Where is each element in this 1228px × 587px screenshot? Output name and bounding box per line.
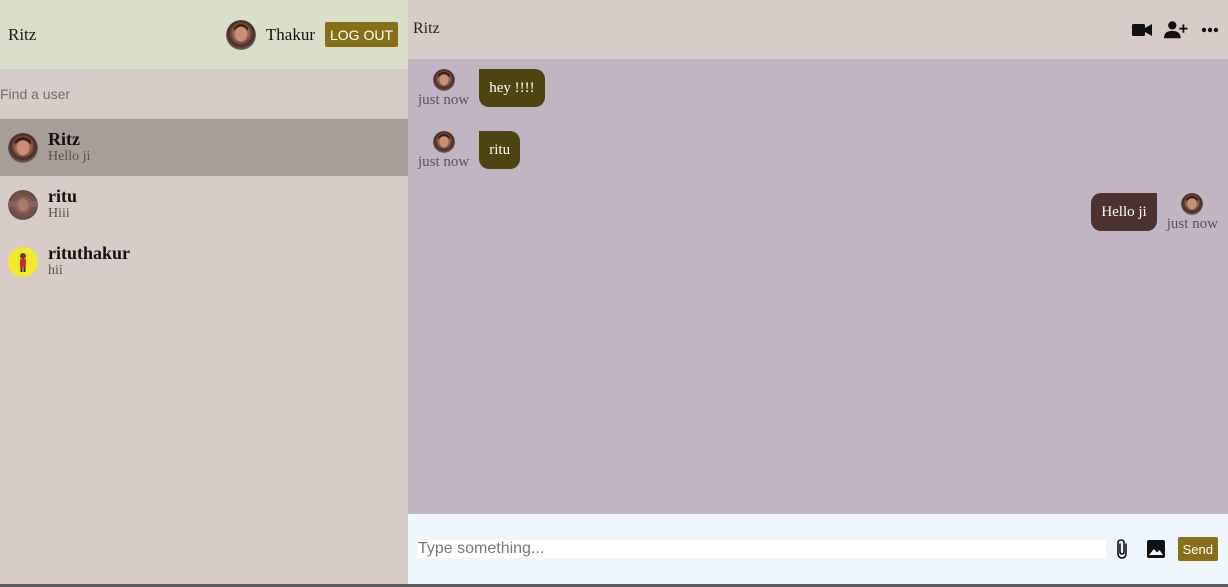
chat-name: rituthakur	[48, 243, 131, 263]
message-avatar	[432, 69, 455, 91]
message-list: just now hey !!!! just now ritu just now…	[408, 59, 1228, 514]
find-user-input[interactable]	[0, 85, 408, 102]
logout-button[interactable]: LOG OUT	[324, 22, 398, 47]
message-outgoing: just now Hello ji	[1091, 193, 1218, 233]
current-user-name: Thakur	[265, 24, 315, 44]
more-icon[interactable]	[1198, 20, 1222, 40]
add-user-icon[interactable]	[1164, 20, 1188, 40]
message-incoming: just now hey !!!!	[418, 69, 545, 109]
sidebar: Ritz Thakur LOG OUT Ritz Hello ji	[0, 0, 408, 584]
chat-info: ritu Hiii	[48, 187, 77, 222]
chat-header-icons	[1130, 20, 1222, 40]
chat-title: Ritz	[413, 20, 440, 37]
message-bubble: Hello ji	[1091, 193, 1157, 231]
message-input[interactable]	[418, 540, 1106, 558]
message-bubble: hey !!!!	[479, 69, 545, 107]
user-avatar	[8, 246, 38, 277]
chat-name: ritu	[48, 186, 77, 206]
message-incoming: just now ritu	[418, 131, 521, 171]
message-bubble: ritu	[479, 131, 521, 169]
video-camera-icon[interactable]	[1130, 20, 1154, 40]
message-avatar	[1181, 193, 1204, 215]
chat-panel: Ritz just now hey !!!! just now ritu jus…	[408, 0, 1228, 584]
user-avatar	[8, 132, 38, 163]
message-input-bar: Send	[408, 514, 1228, 584]
message-info: just now	[1167, 193, 1218, 233]
message-info: just now	[418, 69, 469, 109]
send-button[interactable]: Send	[1177, 537, 1218, 561]
chat-header: Ritz	[408, 0, 1228, 59]
chat-list: Ritz Hello ji ritu Hiii rituthakur hii	[0, 119, 408, 290]
chat-item-rituthakur[interactable]: rituthakur hii	[0, 233, 408, 290]
chat-item-ritz[interactable]: Ritz Hello ji	[0, 119, 408, 176]
chat-last-message: Hiii	[48, 206, 70, 221]
image-icon[interactable]	[1144, 537, 1168, 561]
user-avatar	[8, 189, 38, 220]
chat-item-ritu[interactable]: ritu Hiii	[0, 176, 408, 233]
chat-last-message: Hello ji	[48, 149, 91, 164]
message-avatar	[432, 131, 455, 153]
send-tools: Send	[1110, 537, 1218, 561]
current-user: Thakur LOG OUT	[225, 19, 398, 50]
message-time: just now	[418, 154, 470, 170]
user-search	[0, 69, 408, 119]
chat-info: Ritz Hello ji	[48, 130, 90, 165]
chat-info: rituthakur hii	[48, 244, 130, 279]
sidebar-navbar: Ritz Thakur LOG OUT	[0, 0, 408, 69]
message-time: just now	[1166, 216, 1218, 232]
message-info: just now	[418, 131, 469, 171]
attach-icon[interactable]	[1110, 537, 1134, 561]
message-time: just now	[418, 92, 470, 108]
current-user-avatar	[225, 19, 256, 50]
chat-name: Ritz	[48, 129, 80, 149]
app-logo: Ritz	[8, 24, 37, 44]
chat-last-message: hii	[48, 263, 63, 278]
